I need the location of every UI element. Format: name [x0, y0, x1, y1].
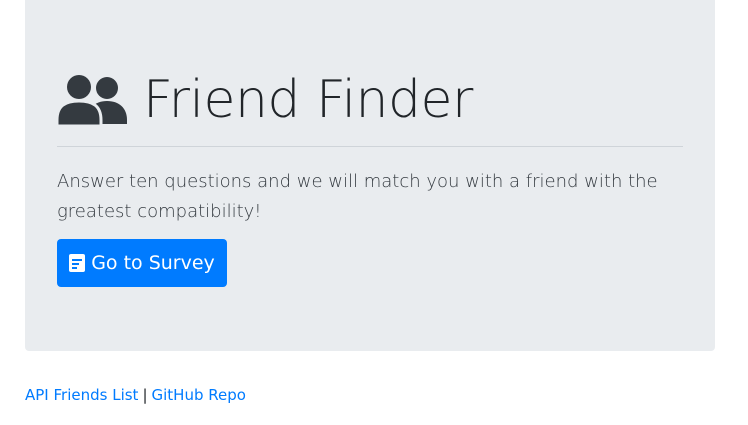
users-icon — [55, 74, 129, 128]
go-to-survey-button[interactable]: Go to Survey — [57, 239, 227, 287]
intro-text: Answer ten questions and we will match y… — [57, 171, 658, 222]
title-row: Friend Finder — [55, 70, 683, 130]
divider — [57, 146, 683, 147]
jumbotron: Friend Finder Answer ten questions and w… — [25, 0, 715, 351]
footer-separator: | — [142, 386, 148, 404]
page-title: Friend Finder — [143, 70, 473, 130]
footer: API Friends List | GitHub Repo — [25, 384, 246, 406]
survey-document-icon — [69, 254, 86, 272]
go-to-survey-label: Go to Survey — [91, 252, 215, 274]
github-repo-link[interactable]: GitHub Repo — [152, 386, 246, 404]
api-friends-list-link[interactable]: API Friends List — [25, 386, 138, 404]
main-container: Friend Finder Answer ten questions and w… — [25, 0, 715, 351]
